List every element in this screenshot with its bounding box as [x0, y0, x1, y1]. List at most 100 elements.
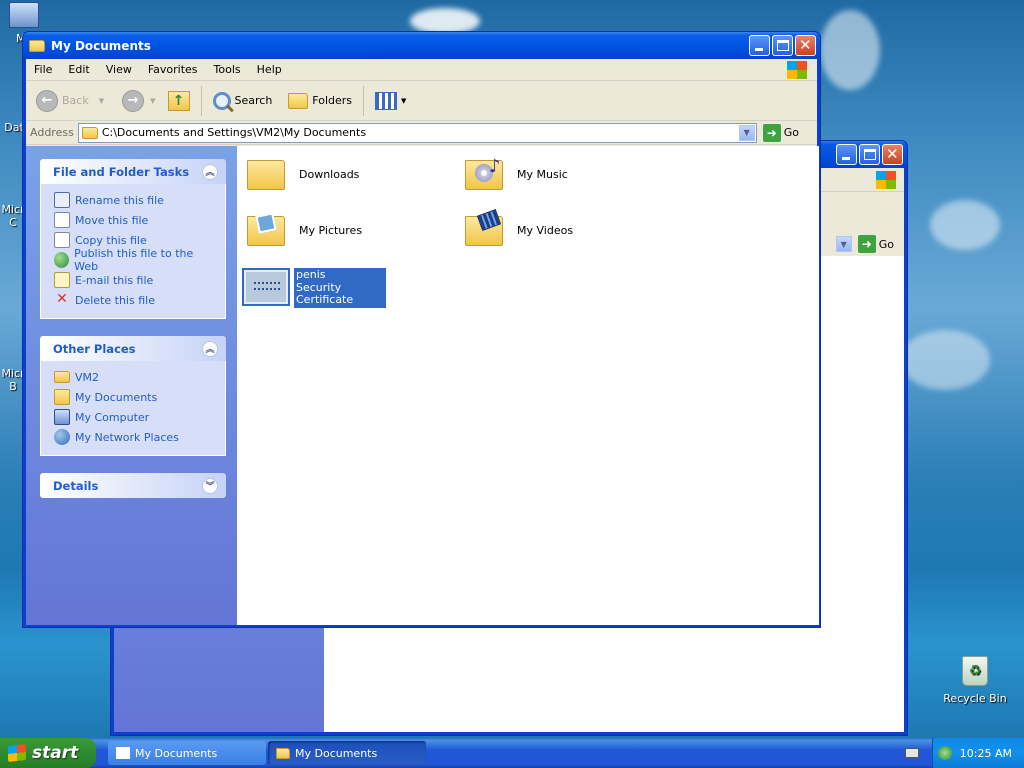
search-icon — [212, 91, 234, 112]
file-folder-tasks-panel: File and Folder Tasks ︽ Rename this file… — [40, 159, 226, 319]
collapse-chevron-icon[interactable]: ︽ — [202, 340, 218, 357]
menu-favorites[interactable]: Favorites — [140, 63, 206, 76]
expand-chevron-icon[interactable]: ︾ — [202, 477, 218, 494]
taskbar-button-my-documents-2[interactable]: My Documents — [268, 741, 426, 765]
network-status-icon[interactable] — [937, 746, 952, 760]
back-button[interactable]: ← Back ▼ — [32, 88, 108, 114]
go-button[interactable]: ➜ Go — [761, 123, 813, 142]
computer-icon — [54, 409, 70, 425]
folder-icon — [29, 39, 45, 52]
address-value: C:\Documents and Settings\VM2\My Documen… — [101, 126, 367, 139]
back-dropdown-icon[interactable]: ▼ — [99, 97, 104, 105]
address-label: Address — [30, 126, 74, 139]
globe-icon — [54, 252, 70, 268]
file-item-downloads[interactable]: Downloads — [245, 156, 359, 192]
documents-icon — [54, 389, 70, 405]
minimize-button[interactable] — [836, 144, 857, 165]
folders-icon — [288, 92, 309, 109]
menu-edit[interactable]: Edit — [60, 63, 97, 76]
system-tray: 10:25 AM — [932, 738, 1024, 768]
panel-header[interactable]: Details ︾ — [40, 473, 226, 498]
other-places-panel: Other Places ︽ VM2 My Documents My Compu… — [40, 336, 226, 456]
selected-file-label: penis Security Certificate 2 KB — [294, 268, 386, 318]
computer-icon — [9, 2, 39, 28]
move-file-link[interactable]: Move this file — [54, 210, 213, 230]
music-folder-icon: ♪ — [463, 156, 507, 192]
delete-file-link[interactable]: ✕ Delete this file — [54, 290, 213, 310]
email-file-link[interactable]: E-mail this file — [54, 270, 213, 290]
title-bar[interactable]: My Documents — [23, 32, 820, 59]
file-item-my-music[interactable]: ♪ My Music — [463, 156, 568, 192]
toolbar: ← Back ▼ → ▼ ↑ Search Folders ▼ — [26, 81, 817, 121]
documents-icon — [116, 747, 130, 759]
start-button[interactable]: start — [0, 738, 96, 768]
recycle-bin-icon: ♻ — [962, 656, 988, 686]
panel-header[interactable]: File and Folder Tasks ︽ — [40, 159, 226, 184]
windows-logo-icon — [787, 61, 807, 79]
go-arrow-icon: ➜ — [857, 235, 876, 253]
desktop-icon-recycle-bin[interactable]: ♻ Recycle Bin — [940, 656, 1010, 705]
place-my-documents-link[interactable]: My Documents — [54, 387, 213, 407]
views-icon — [375, 91, 398, 110]
file-item-my-pictures[interactable]: My Pictures — [245, 212, 362, 248]
delete-icon: ✕ — [56, 291, 68, 307]
windows-flag-icon — [8, 744, 26, 762]
taskbar: start My Documents My Documents 10:25 AM — [0, 738, 1024, 768]
minimize-button[interactable] — [749, 35, 770, 56]
folder-icon — [276, 747, 290, 759]
network-icon — [54, 429, 70, 445]
menu-view[interactable]: View — [98, 63, 140, 76]
place-vm2-link[interactable]: VM2 — [54, 367, 213, 387]
close-button[interactable]: ✕ — [882, 144, 903, 165]
place-my-computer-link[interactable]: My Computer — [54, 407, 213, 427]
maximize-button[interactable] — [772, 35, 793, 56]
panel-header[interactable]: Other Places ︽ — [40, 336, 226, 361]
menu-file[interactable]: File — [26, 63, 60, 76]
folder-up-icon: ↑ — [167, 90, 190, 111]
forward-arrow-icon: → — [122, 89, 145, 112]
windows-logo-icon — [876, 171, 896, 189]
my-documents-window[interactable]: My Documents ✕ File Edit View Favorites … — [22, 31, 821, 628]
folder-icon — [81, 126, 98, 139]
views-button[interactable]: ▼ — [371, 90, 410, 112]
email-icon — [54, 272, 70, 288]
go-button[interactable]: ➜ Go — [857, 235, 894, 253]
menu-help[interactable]: Help — [249, 63, 290, 76]
rename-icon — [54, 192, 70, 208]
views-dropdown-icon: ▼ — [401, 96, 407, 105]
menu-tools[interactable]: Tools — [206, 63, 249, 76]
copy-icon — [54, 232, 70, 248]
rename-file-link[interactable]: Rename this file — [54, 190, 213, 210]
publish-file-link[interactable]: Publish this file to the Web — [54, 247, 213, 273]
up-button[interactable]: ↑ — [164, 89, 194, 113]
taskbar-button-my-documents-1[interactable]: My Documents — [108, 741, 266, 765]
file-item-my-videos[interactable]: My Videos — [463, 209, 573, 248]
go-arrow-icon: ➜ — [762, 123, 781, 142]
place-network-link[interactable]: My Network Places — [54, 427, 213, 447]
address-bar: Address C:\Documents and Settings\VM2\My… — [26, 121, 817, 145]
videos-folder-icon — [463, 209, 507, 248]
folders-button[interactable]: Folders — [284, 91, 356, 111]
task-pane: File and Folder Tasks ︽ Rename this file… — [26, 146, 237, 625]
search-button[interactable]: Search — [209, 90, 277, 112]
clock[interactable]: 10:25 AM — [960, 747, 1012, 760]
certificate-icon — [242, 268, 290, 306]
folder-icon — [245, 156, 289, 192]
file-item-certificate[interactable]: penis Security Certificate 2 KB — [242, 268, 386, 318]
details-panel: Details ︾ — [40, 473, 226, 498]
address-dropdown-icon[interactable]: ▼ — [738, 124, 755, 141]
collapse-chevron-icon[interactable]: ︽ — [202, 163, 218, 180]
forward-dropdown-icon[interactable]: ▼ — [150, 97, 155, 105]
keyboard-icon[interactable] — [905, 748, 919, 758]
pictures-folder-icon — [245, 212, 289, 248]
file-list[interactable]: Downloads ♪ My Music My Pictures My Vide… — [237, 146, 819, 625]
address-input[interactable]: C:\Documents and Settings\VM2\My Documen… — [77, 122, 757, 143]
menu-bar: File Edit View Favorites Tools Help — [26, 59, 817, 81]
folder-icon — [54, 371, 70, 383]
forward-button[interactable]: → ▼ — [118, 88, 159, 114]
close-button[interactable]: ✕ — [795, 35, 816, 56]
window-title: My Documents — [51, 38, 151, 53]
maximize-button[interactable] — [859, 144, 880, 165]
move-icon — [54, 212, 70, 228]
back-arrow-icon: ← — [36, 89, 58, 112]
